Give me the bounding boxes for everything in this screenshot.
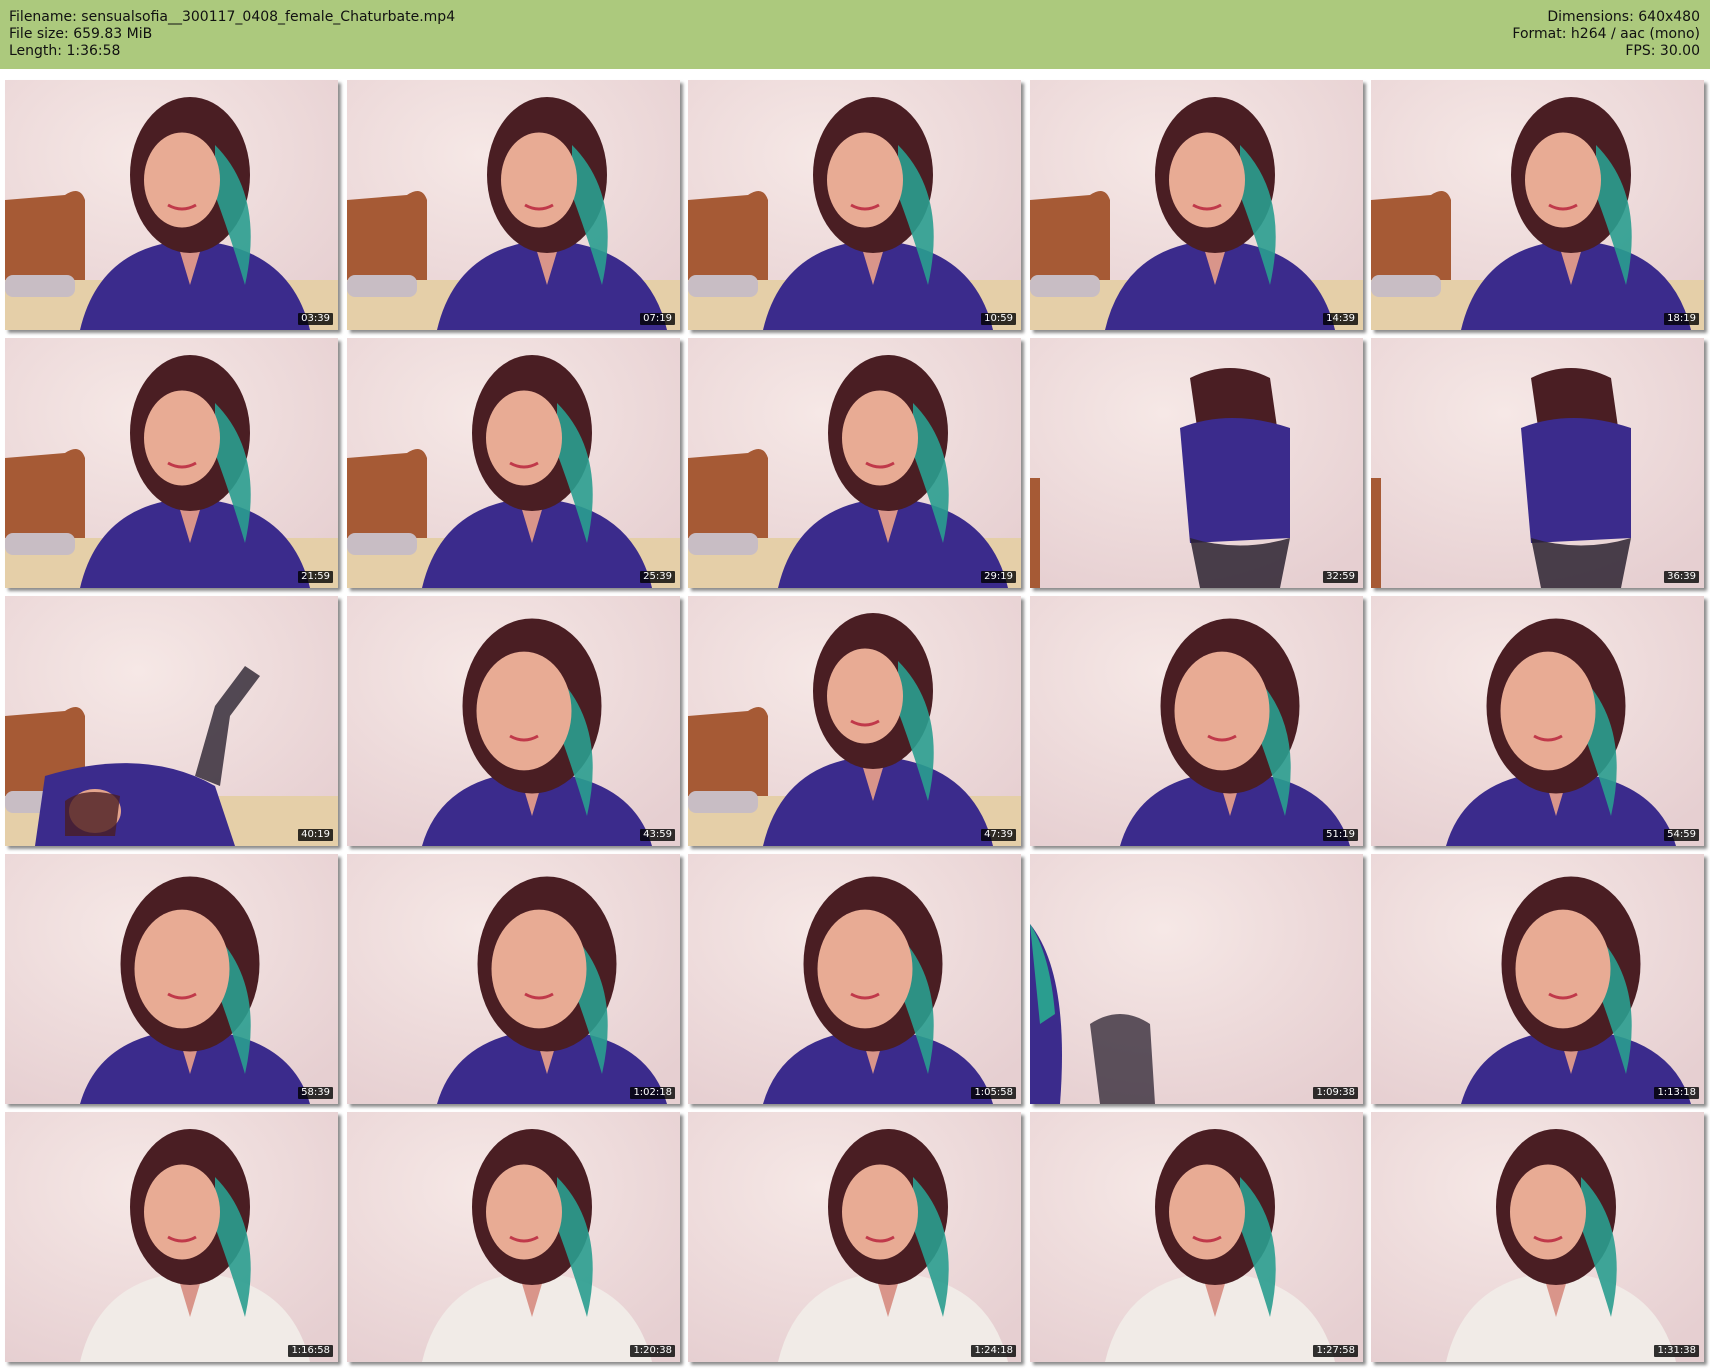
thumbnail-frame: 03:39 <box>5 80 338 330</box>
thumbnail-frame: 1:27:58 <box>1030 1112 1363 1362</box>
video-frame-image <box>1371 854 1704 1104</box>
thumbnail-frame: 58:39 <box>5 854 338 1104</box>
video-frame-image <box>347 338 680 588</box>
thumbnail-frame: 14:39 <box>1030 80 1363 330</box>
frame-timestamp: 14:39 <box>1323 313 1358 325</box>
frame-timestamp: 36:39 <box>1664 571 1699 583</box>
video-frame-image <box>347 80 680 330</box>
video-frame-image <box>1030 338 1363 588</box>
thumbnail-frame: 29:19 <box>688 338 1021 588</box>
frame-timestamp: 10:59 <box>981 313 1016 325</box>
frame-timestamp: 1:16:58 <box>288 1345 333 1357</box>
video-frame-image <box>5 1112 338 1362</box>
frame-timestamp: 1:09:38 <box>1313 1087 1358 1099</box>
thumbnail-frame: 18:19 <box>1371 80 1704 330</box>
thumbnail-frame: 1:02:18 <box>347 854 680 1104</box>
video-frame-image <box>5 80 338 330</box>
thumbnail-frame: 07:19 <box>347 80 680 330</box>
thumbnail-frame: 25:39 <box>347 338 680 588</box>
frame-timestamp: 40:19 <box>298 829 333 841</box>
video-frame-image <box>1030 596 1363 846</box>
thumbnail-frame: 43:59 <box>347 596 680 846</box>
frame-timestamp: 07:19 <box>640 313 675 325</box>
video-frame-image <box>1371 1112 1704 1362</box>
frame-timestamp: 1:24:18 <box>971 1345 1016 1357</box>
frame-timestamp: 25:39 <box>640 571 675 583</box>
video-frame-image <box>688 854 1021 1104</box>
frame-timestamp: 21:59 <box>298 571 333 583</box>
thumbnail-grid: 03:39 07:19 10:59 14:39 18:19 21:59 25:39 29:19… <box>0 0 1710 1370</box>
frame-timestamp: 32:59 <box>1323 571 1358 583</box>
frame-timestamp: 1:02:18 <box>630 1087 675 1099</box>
video-frame-image <box>688 80 1021 330</box>
thumbnail-frame: 1:09:38 <box>1030 854 1363 1104</box>
frame-timestamp: 1:31:38 <box>1654 1345 1699 1357</box>
thumbnail-frame: 40:19 <box>5 596 338 846</box>
frame-timestamp: 47:39 <box>981 829 1016 841</box>
thumbnail-frame: 1:24:18 <box>688 1112 1021 1362</box>
video-frame-image <box>688 338 1021 588</box>
video-frame-image <box>5 596 338 846</box>
thumbnail-frame: 10:59 <box>688 80 1021 330</box>
video-frame-image <box>1030 80 1363 330</box>
thumbnail-frame: 51:19 <box>1030 596 1363 846</box>
frame-timestamp: 1:27:58 <box>1313 1345 1358 1357</box>
thumbnail-frame: 1:16:58 <box>5 1112 338 1362</box>
frame-timestamp: 51:19 <box>1323 829 1358 841</box>
frame-timestamp: 54:59 <box>1664 829 1699 841</box>
thumbnail-frame: 1:20:38 <box>347 1112 680 1362</box>
frame-timestamp: 58:39 <box>298 1087 333 1099</box>
thumbnail-frame: 54:59 <box>1371 596 1704 846</box>
video-frame-image <box>1030 1112 1363 1362</box>
thumbnail-frame: 47:39 <box>688 596 1021 846</box>
frame-timestamp: 29:19 <box>981 571 1016 583</box>
frame-timestamp: 1:20:38 <box>630 1345 675 1357</box>
thumbnail-frame: 21:59 <box>5 338 338 588</box>
video-frame-image <box>688 1112 1021 1362</box>
video-frame-image <box>5 338 338 588</box>
thumbnail-frame: 32:59 <box>1030 338 1363 588</box>
frame-timestamp: 1:13:18 <box>1654 1087 1699 1099</box>
video-frame-image <box>5 854 338 1104</box>
video-frame-image <box>688 596 1021 846</box>
thumbnail-frame: 1:05:58 <box>688 854 1021 1104</box>
video-frame-image <box>347 596 680 846</box>
frame-timestamp: 43:59 <box>640 829 675 841</box>
video-frame-image <box>1371 596 1704 846</box>
video-frame-image <box>1371 338 1704 588</box>
video-frame-image <box>347 1112 680 1362</box>
thumbnail-frame: 36:39 <box>1371 338 1704 588</box>
thumbnail-frame: 1:31:38 <box>1371 1112 1704 1362</box>
video-frame-image <box>1030 854 1363 1104</box>
frame-timestamp: 18:19 <box>1664 313 1699 325</box>
video-frame-image <box>347 854 680 1104</box>
video-frame-image <box>1371 80 1704 330</box>
frame-timestamp: 1:05:58 <box>971 1087 1016 1099</box>
thumbnail-frame: 1:13:18 <box>1371 854 1704 1104</box>
frame-timestamp: 03:39 <box>298 313 333 325</box>
